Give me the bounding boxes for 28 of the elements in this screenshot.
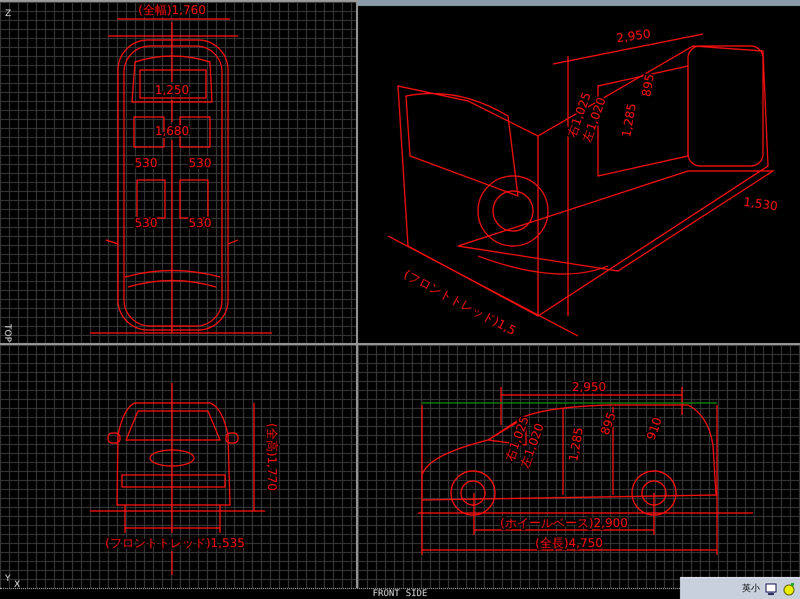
dimension-label: 895 — [639, 72, 657, 98]
monitor-icon[interactable] — [764, 582, 778, 596]
dimension-label: 1,285 — [619, 102, 639, 138]
dimension-label: (フロントトレッド)1,5 — [402, 267, 518, 338]
dimension-label: 1,285 — [566, 426, 586, 462]
dimension-label: 895 — [598, 410, 619, 437]
dimension-label: (全幅)1,760 — [138, 3, 206, 17]
dimension-label: 2,950 — [572, 380, 606, 394]
dimension-label: 1,250 — [154, 83, 190, 97]
view-label: FRONT — [372, 589, 400, 599]
ime-mode-label[interactable]: 英小 — [742, 582, 760, 595]
view-label: SIDE — [406, 589, 428, 599]
dimension-label: 1,530 — [742, 194, 779, 214]
dimension-label: 530 — [188, 216, 212, 230]
dimension-label: (全長)4,750 — [535, 536, 603, 550]
axis-label: Z — [5, 9, 12, 19]
dimension-label: (全高)1,770 — [265, 423, 279, 491]
bulb-icon[interactable] — [782, 582, 796, 596]
dimension-label: 530 — [188, 156, 212, 170]
dimension-label: (フロントトレッド)1,535 — [105, 536, 245, 550]
dimension-label: 2,950 — [615, 26, 652, 46]
dimension-label: 910 — [644, 415, 665, 442]
dimension-label: 530 — [134, 216, 158, 230]
axis-label: X — [14, 580, 20, 588]
axis-label: Y — [5, 574, 10, 584]
axis-label: TOP — [2, 324, 12, 342]
dimension-label: 530 — [134, 156, 158, 170]
dimension-label: (ホイールベース)2,900 — [500, 516, 628, 530]
